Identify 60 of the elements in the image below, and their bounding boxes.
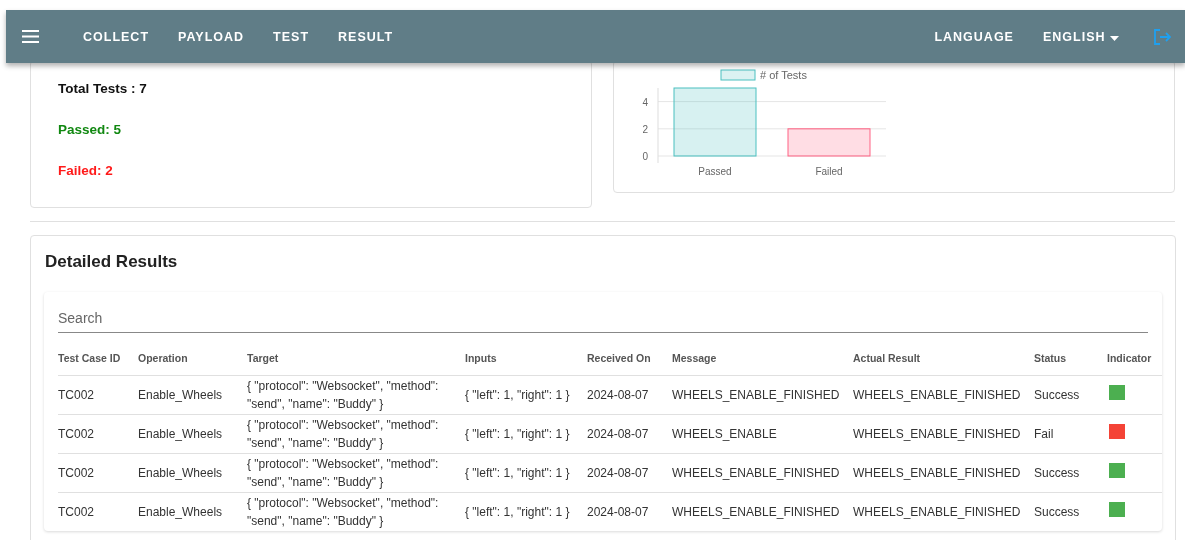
table-cell: WHEELS_ENABLE_FINISHED (853, 453, 1034, 493)
x-axis-label: Passed (698, 166, 732, 177)
language-label[interactable]: LANGUAGE (934, 29, 1014, 44)
table-cell: { "left": 1, "right": 1 } (465, 414, 587, 454)
column-header: Status (1034, 350, 1107, 376)
chart-legend: # of Tests (720, 69, 807, 81)
table-cell: { "protocol": "Websocket", "method": "send", "name": "Buddy" } (247, 492, 465, 531)
menu-icon[interactable] (22, 30, 39, 43)
column-header: Message (672, 350, 853, 376)
language-dropdown[interactable]: ENGLISH (1042, 29, 1119, 44)
table-cell: WHEELS_ENABLE (672, 414, 853, 454)
table-cell: Success (1034, 453, 1107, 493)
table-cell: WHEELS_ENABLE_FINISHED (672, 453, 853, 493)
nav-link[interactable]: COLLECT (83, 29, 150, 44)
table-cell: { "protocol": "Websocket", "method": "send", "name": "Buddy" } (247, 375, 465, 415)
y-tick-label: 2 (642, 123, 649, 135)
table-cell: { "left": 1, "right": 1 } (465, 453, 587, 493)
table-cell: { "protocol": "Websocket", "method": "send", "name": "Buddy" } (247, 414, 465, 454)
table-cell: TC002 (58, 492, 138, 531)
table-cell: Enable_Wheels (138, 414, 247, 454)
table-cell: WHEELS_ENABLE_FINISHED (672, 492, 853, 531)
nav-link[interactable]: RESULT (338, 29, 394, 44)
table-cell: Success (1034, 375, 1107, 415)
legend-label: # of Tests (760, 69, 808, 81)
table-cell: Success (1034, 492, 1107, 531)
column-header: Received On (587, 350, 672, 376)
table-cell: TC002 (58, 375, 138, 415)
table-cell: WHEELS_ENABLE_FINISHED (853, 375, 1034, 415)
column-header: Actual Result (853, 350, 1034, 376)
section-title: Detailed Results (45, 252, 179, 272)
nav-link[interactable]: TEST (273, 29, 310, 44)
column-header: Test Case ID (58, 350, 138, 376)
caret-icon (1110, 35, 1119, 41)
table-cell: { "left": 1, "right": 1 } (465, 375, 587, 415)
table-cell: 2024-08-07 (587, 375, 672, 415)
passed-count: Passed: 5 (58, 122, 123, 137)
table-cell: Enable_Wheels (138, 453, 247, 493)
nav-link[interactable]: PAYLOAD (178, 29, 245, 44)
column-header: Inputs (465, 350, 587, 376)
table-cell: Enable_Wheels (138, 492, 247, 531)
table-cell: 2024-08-07 (587, 414, 672, 454)
column-header: Target (247, 350, 465, 376)
column-header: Indicator (1107, 350, 1162, 376)
total-tests: Total Tests : 7 (58, 81, 148, 96)
failed-count: Failed: 2 (58, 163, 114, 178)
table-cell: WHEELS_ENABLE_FINISHED (853, 414, 1034, 454)
x-axis-label: Failed (815, 166, 843, 177)
table-cell: WHEELS_ENABLE_FINISHED (672, 375, 853, 415)
y-tick-label: 4 (642, 96, 649, 108)
table-cell: Enable_Wheels (138, 375, 247, 415)
table-cell: TC002 (58, 414, 138, 454)
column-header: Operation (138, 350, 247, 376)
table-cell: { "left": 1, "right": 1 } (465, 492, 587, 531)
table-cell: Fail (1034, 414, 1107, 454)
table-cell: 2024-08-07 (587, 453, 672, 493)
table-cell: 2024-08-07 (587, 492, 672, 531)
y-tick-label: 0 (642, 151, 649, 162)
table-cell: { "protocol": "Websocket", "method": "send", "name": "Buddy" } (247, 453, 465, 493)
table-cell: WHEELS_ENABLE_FINISHED (853, 492, 1034, 531)
table-cell: TC002 (58, 453, 138, 493)
